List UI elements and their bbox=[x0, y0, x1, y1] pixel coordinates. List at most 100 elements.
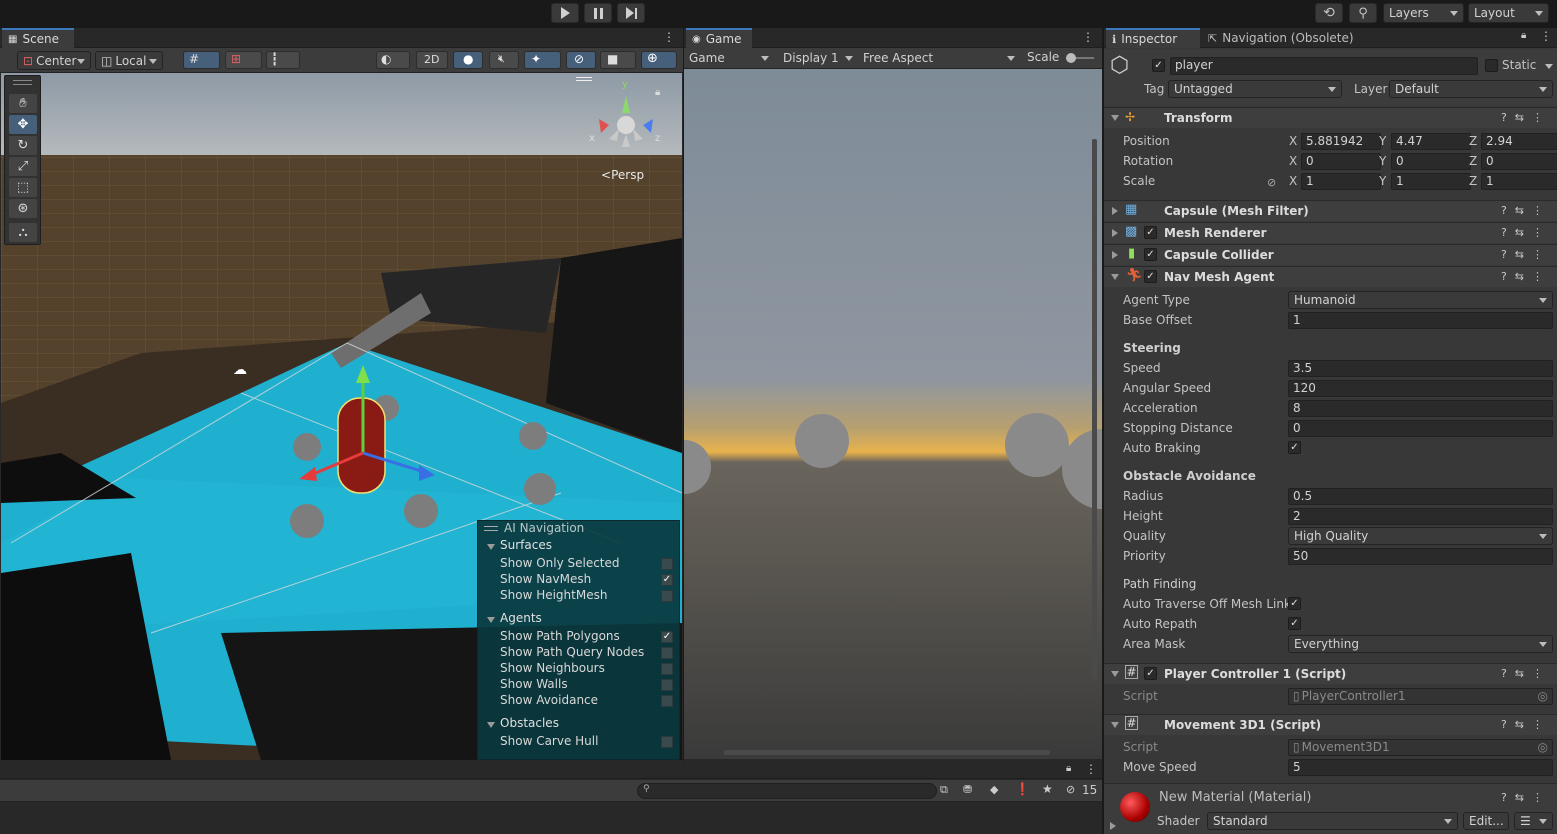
ai-option-row[interactable]: Show Carve Hull bbox=[500, 734, 598, 748]
nav-mesh-agent-checkbox[interactable]: ✓ bbox=[1144, 270, 1157, 283]
auto-braking-checkbox[interactable]: ✓ bbox=[1288, 441, 1301, 454]
priority-field[interactable]: 50 bbox=[1288, 548, 1553, 565]
orientation-gizmo[interactable]: y x z bbox=[589, 79, 661, 156]
2d-toggle[interactable]: 2D bbox=[416, 51, 448, 69]
search-button[interactable]: ⚲ bbox=[1349, 3, 1377, 23]
mesh-renderer-checkbox[interactable]: ✓ bbox=[1144, 226, 1157, 239]
capsule-collider-checkbox[interactable]: ✓ bbox=[1144, 248, 1157, 261]
history-button[interactable]: ⟲ bbox=[1315, 3, 1343, 23]
persp-toggle[interactable]: <Persp bbox=[601, 168, 644, 182]
chevron-down-icon[interactable] bbox=[487, 544, 495, 550]
display-dropdown[interactable]: Display 1 bbox=[778, 49, 858, 67]
axis-label[interactable]: Z bbox=[1469, 154, 1477, 168]
ai-option-row[interactable]: Show Avoidance bbox=[500, 693, 598, 707]
edit-shader-button[interactable]: Edit... bbox=[1463, 812, 1509, 830]
component-actions[interactable]: ?⇆⋮ bbox=[1501, 791, 1551, 804]
lock-icon[interactable]: 🔒︎ bbox=[1521, 30, 1526, 41]
transform-header[interactable]: ✢ Transform ?⇆⋮ bbox=[1104, 107, 1557, 128]
lock-icon[interactable]: 🔒︎ bbox=[655, 87, 660, 98]
rect-tool-button[interactable]: ⬚ bbox=[9, 178, 37, 197]
transform-z-field[interactable]: 2.94 bbox=[1481, 133, 1557, 150]
transform-y-field[interactable]: 4.47 bbox=[1391, 133, 1471, 150]
axis-label[interactable]: Y bbox=[1379, 134, 1386, 148]
component-actions[interactable]: ?⇆⋮ bbox=[1501, 204, 1551, 217]
ai-option-checkbox[interactable] bbox=[661, 736, 673, 748]
star-icon[interactable]: ★ bbox=[1042, 782, 1053, 796]
object-name-field[interactable]: player bbox=[1170, 57, 1478, 75]
area-mask-dropdown[interactable]: Everything bbox=[1288, 635, 1553, 653]
ai-option-checkbox[interactable] bbox=[661, 590, 673, 602]
transform-y-field[interactable]: 0 bbox=[1391, 153, 1471, 170]
move-speed-field[interactable]: 5 bbox=[1288, 759, 1553, 776]
scale-slider[interactable] bbox=[1066, 53, 1094, 63]
tab-scene[interactable]: ▦ Scene bbox=[2, 28, 74, 48]
component-actions[interactable]: ?⇆⋮ bbox=[1501, 718, 1551, 731]
effects-toggle[interactable]: ✦ bbox=[524, 51, 561, 69]
axis-label[interactable]: Y bbox=[1379, 154, 1386, 168]
ai-option-row[interactable]: Show NavMesh bbox=[500, 572, 591, 586]
warning-icon[interactable]: ❗ bbox=[1015, 782, 1030, 796]
hidden-count-icon[interactable]: ⊘ bbox=[1066, 783, 1075, 796]
chevron-right-icon[interactable] bbox=[1110, 822, 1116, 830]
ai-option-checkbox[interactable] bbox=[661, 647, 673, 659]
component-actions[interactable]: ?⇆⋮ bbox=[1501, 270, 1551, 283]
mesh-filter-header[interactable]: ▦ Capsule (Mesh Filter) ?⇆⋮ bbox=[1104, 200, 1557, 221]
player-controller-script-field[interactable]: ▯ PlayerController1 ◎ bbox=[1288, 688, 1553, 705]
axis-label[interactable]: X bbox=[1289, 174, 1297, 188]
tools-drag-handle[interactable] bbox=[13, 80, 32, 85]
axis-label[interactable]: Z bbox=[1469, 174, 1477, 188]
quality-dropdown[interactable]: High Quality bbox=[1288, 527, 1553, 545]
component-actions[interactable]: ?⇆⋮ bbox=[1501, 111, 1551, 124]
scene-viewport[interactable]: ☁ y x z 🔒︎ <Persp ✋︎ ✥ ↻ ⤢ ⬚ ⊛ ⛬ AI Navi… bbox=[1, 73, 682, 760]
ai-option-row[interactable]: Show Neighbours bbox=[500, 661, 605, 675]
axis-label[interactable]: X bbox=[1289, 154, 1297, 168]
object-picker-icon[interactable]: ◎ bbox=[1538, 689, 1548, 704]
rotate-tool-button[interactable]: ↻ bbox=[9, 136, 37, 155]
filter-icon[interactable]: ⛃ bbox=[963, 783, 972, 796]
axis-label[interactable]: Z bbox=[1469, 134, 1477, 148]
move-tool-button[interactable]: ✥ bbox=[9, 115, 37, 134]
visibility-toggle[interactable]: ⊘ bbox=[566, 51, 596, 69]
audio-toggle[interactable]: 🔇︎ bbox=[489, 51, 519, 69]
increment-snap-button[interactable]: ⊞ bbox=[225, 51, 262, 69]
movement-header[interactable]: # Movement 3D1 (Script) ?⇆⋮ bbox=[1104, 714, 1557, 735]
component-actions[interactable]: ?⇆⋮ bbox=[1501, 226, 1551, 239]
scale-slider-thumb[interactable] bbox=[1066, 53, 1076, 63]
search-filter-icon[interactable]: ⧉ bbox=[940, 783, 948, 797]
ruler-button[interactable]: ┇ bbox=[266, 51, 300, 69]
tag-dropdown[interactable]: Untagged bbox=[1168, 80, 1342, 98]
axis-label[interactable]: X bbox=[1289, 134, 1297, 148]
more-menu-icon[interactable]: ⋮ bbox=[1085, 762, 1097, 776]
lock-icon[interactable]: 🔒︎ bbox=[1066, 763, 1071, 774]
agent-type-dropdown[interactable]: Humanoid bbox=[1288, 291, 1553, 309]
player-controller-header[interactable]: # ✓ Player Controller 1 (Script) ?⇆⋮ bbox=[1104, 663, 1557, 684]
transform-tool-button[interactable]: ⊛ bbox=[9, 199, 37, 218]
chevron-down-icon[interactable] bbox=[487, 722, 495, 728]
game-viewport[interactable] bbox=[684, 69, 1102, 759]
lighting-toggle[interactable]: ● bbox=[453, 51, 483, 69]
pivot-dropdown[interactable]: ⊡ Center bbox=[17, 51, 91, 70]
scale-tool-button[interactable]: ⤢ bbox=[9, 157, 37, 176]
space-dropdown[interactable]: ◫ Local bbox=[95, 51, 163, 70]
base-offset-field[interactable]: 1 bbox=[1288, 312, 1553, 329]
component-actions[interactable]: ?⇆⋮ bbox=[1501, 248, 1551, 261]
player-controller-checkbox[interactable]: ✓ bbox=[1144, 667, 1157, 680]
acceleration-field[interactable]: 8 bbox=[1288, 400, 1553, 417]
obstacles-header[interactable]: Obstacles bbox=[500, 716, 559, 730]
ai-option-checkbox[interactable] bbox=[661, 558, 673, 570]
console-search-input[interactable]: ⚲ bbox=[637, 783, 937, 799]
ai-option-checkbox[interactable] bbox=[661, 679, 673, 691]
ai-option-checkbox[interactable]: ✓ bbox=[661, 574, 673, 586]
layout-dropdown[interactable]: Layout bbox=[1468, 3, 1549, 23]
transform-y-field[interactable]: 1 bbox=[1391, 173, 1471, 190]
drag-handle-icon[interactable] bbox=[576, 77, 592, 81]
tab-game[interactable]: ◉ Game bbox=[686, 28, 752, 48]
ai-option-row[interactable]: Show Walls bbox=[500, 677, 568, 691]
overlay-drag-handle[interactable] bbox=[484, 526, 498, 531]
hand-tool-button[interactable]: ✋︎ bbox=[9, 94, 37, 113]
ai-option-row[interactable]: Show Path Query Nodes bbox=[500, 645, 644, 659]
ai-option-row[interactable]: Show HeightMesh bbox=[500, 588, 607, 602]
transform-x-field[interactable]: 5.881942 bbox=[1301, 133, 1381, 150]
tab-inspector[interactable]: ℹ Inspector bbox=[1106, 28, 1200, 48]
step-button[interactable] bbox=[617, 3, 645, 23]
